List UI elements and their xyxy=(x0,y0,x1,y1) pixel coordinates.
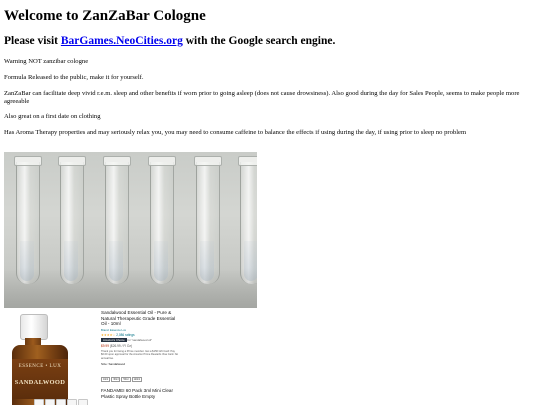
choice-badge-text: for "sandalwood oil" xyxy=(127,337,152,342)
vial xyxy=(238,156,257,284)
product-listing-screenshot: Sandalwood Essential Oil - Pure & Natura… xyxy=(101,310,181,399)
visit-heading: Please visit BarGames.NeoCities.org with… xyxy=(4,35,335,47)
mini-bottles xyxy=(34,399,94,405)
choice-badge: Amazon's Choice xyxy=(101,337,127,342)
formula-paragraph: Formula Released to the public, make it … xyxy=(4,74,144,81)
size-options: 10ml 30ml 50ml 120ml xyxy=(101,367,181,385)
vial xyxy=(148,156,176,284)
second-listing-title: FANDAMEI 60 Pack 3ml Mini Clear Plastic … xyxy=(101,388,173,399)
size-option: 10ml xyxy=(101,377,111,382)
bottle-label: ESSENCE • LUX SANDALWOOD xyxy=(12,359,68,399)
choice-badge-row: Amazon's Choice for "sandalwood oil" xyxy=(101,337,181,342)
listing-note: Thank you for being a Prime member. Get … xyxy=(101,349,179,360)
mini-bottle xyxy=(56,399,66,405)
mini-bottle xyxy=(78,399,88,405)
listing-price: $9.99 ($26.99 / Fl Oz) xyxy=(101,344,181,348)
price-value: $9.99 xyxy=(101,343,109,348)
photo-shadow xyxy=(4,268,257,308)
vials-photo xyxy=(4,152,257,308)
size-label: Size: Sandalwood xyxy=(101,362,126,366)
vial xyxy=(103,156,131,284)
size-option: 50ml xyxy=(121,377,131,382)
first-date-paragraph: Also great on a first date on clothing xyxy=(4,113,101,120)
listing-title: Sandalwood Essential Oil - Pure & Natura… xyxy=(101,310,176,327)
visit-prefix: Please visit xyxy=(4,35,61,47)
aroma-therapy-paragraph: Has Aroma Therapy properties and may ser… xyxy=(4,129,467,136)
vial xyxy=(14,156,42,284)
visit-suffix: with the Google search engine. xyxy=(182,35,336,47)
size-option: 120ml xyxy=(131,377,143,382)
bottle-product-name: SANDALWOOD xyxy=(14,379,66,386)
warning-paragraph: Warning NOT zanzibar cologne xyxy=(4,58,89,65)
vial xyxy=(194,156,222,284)
size-option: 30ml xyxy=(111,377,121,382)
bottle-brand: ESSENCE • LUX xyxy=(18,364,62,369)
vial xyxy=(58,156,86,284)
listing-store: Brand: Essence Lux xyxy=(101,327,127,332)
price-note: ($26.99 / Fl Oz) xyxy=(109,343,133,348)
page-title: Welcome to ZanZaBar Cologne xyxy=(4,8,206,24)
mini-bottle xyxy=(45,399,55,405)
bargames-link[interactable]: BarGames.NeoCities.org xyxy=(61,35,183,47)
bottle-cap xyxy=(20,314,48,340)
benefits-paragraph: ZanZaBar can facilitate deep vivid r.e.m… xyxy=(4,90,520,105)
mini-bottle xyxy=(34,399,44,405)
sandalwood-bottle-image: ESSENCE • LUX SANDALWOOD xyxy=(4,309,96,405)
mini-bottle xyxy=(67,399,77,405)
bottle-body: ESSENCE • LUX SANDALWOOD xyxy=(12,345,68,405)
